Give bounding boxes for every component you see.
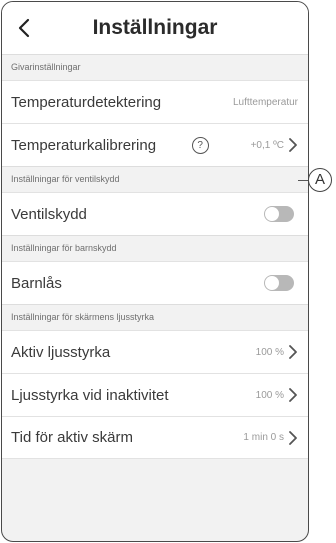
- header: Inställningar: [2, 2, 308, 54]
- chevron-right-icon: [288, 430, 298, 445]
- phone-frame: Inställningar Givarinställningar Tempera…: [1, 1, 309, 542]
- toggle-knob: [265, 276, 279, 290]
- valve-protection-toggle[interactable]: [264, 206, 294, 222]
- active-brightness-label: Aktiv ljusstyrka: [11, 343, 111, 361]
- callout-marker: A: [308, 168, 332, 192]
- page-title: Inställningar: [92, 16, 218, 39]
- child-lock-toggle[interactable]: [264, 275, 294, 291]
- help-icon[interactable]: ?: [191, 136, 209, 154]
- chevron-right-icon: [288, 345, 298, 359]
- temperature-calibration-label: Temperaturkalibrering: [11, 136, 157, 154]
- temperature-calibration-row[interactable]: Temperaturkalibrering ? +0,1 ºC: [2, 123, 308, 166]
- section-heading-child: Inställningar för barnskydd: [2, 235, 308, 261]
- inactive-brightness-row[interactable]: Ljusstyrka vid inaktivitet 100 %: [2, 373, 308, 416]
- screen-time-label: Tid för aktiv skärm: [11, 429, 133, 446]
- temperature-calibration-value: +0,1 ºC: [250, 139, 284, 151]
- inactive-brightness-label: Ljusstyrka vid inaktivitet: [11, 386, 169, 404]
- inactive-brightness-value: 100 %: [255, 389, 284, 401]
- toggle-knob: [265, 207, 279, 221]
- section-heading-brightness: Inställningar för skärmens ljusstyrka: [2, 304, 308, 330]
- valve-protection-label: Ventilskydd: [11, 205, 87, 223]
- section-heading-valve: Inställningar för ventilskydd: [2, 166, 308, 192]
- chevron-right-icon: [288, 388, 298, 402]
- screen-time-row[interactable]: Tid för aktiv skärm 1 min 0 s: [2, 416, 308, 459]
- section-heading-sensor: Givarinställningar: [2, 54, 308, 80]
- child-lock-label: Barnlås: [11, 274, 62, 292]
- temperature-detection-value: Lufttemperatur: [232, 96, 298, 108]
- valve-protection-row: Ventilskydd: [2, 192, 308, 235]
- child-lock-row: Barnlås: [2, 261, 308, 304]
- screen-time-value: 1 min 0 s: [243, 432, 284, 443]
- temperature-detection-label: Temperaturdetektering: [11, 93, 162, 111]
- chevron-right-icon: [288, 138, 298, 152]
- temperature-detection-row[interactable]: Temperaturdetektering Lufttemperatur: [2, 80, 308, 123]
- active-brightness-row[interactable]: Aktiv ljusstyrka 100 %: [2, 330, 308, 373]
- active-brightness-value: 100 %: [255, 346, 284, 358]
